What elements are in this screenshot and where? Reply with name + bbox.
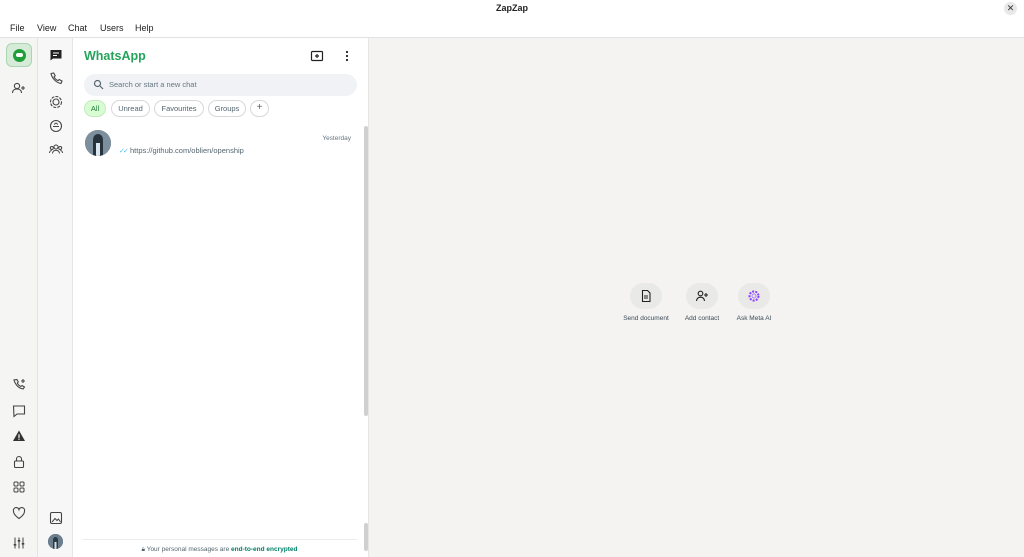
lock-small-icon: 🔒︎ <box>141 546 145 553</box>
menu-help[interactable]: Help <box>135 23 154 33</box>
message-icon[interactable] <box>11 403 27 419</box>
read-receipt-icon: ✓✓ <box>119 148 129 155</box>
title-bar: ZapZap ✕ <box>0 0 1024 17</box>
send-document-button[interactable]: Send document <box>616 283 676 322</box>
encryption-text: Your personal messages are <box>146 546 232 553</box>
new-chat-icon[interactable] <box>310 49 324 63</box>
add-contact-label: Add contact <box>684 315 720 322</box>
encryption-link[interactable]: end-to-end encrypted <box>231 546 297 553</box>
document-icon <box>641 289 651 303</box>
media-icon[interactable] <box>48 510 64 526</box>
search-placeholder: Search or start a new chat <box>109 80 197 89</box>
whatsapp-nav <box>38 38 73 557</box>
ask-meta-ai-label: Ask Meta AI <box>736 315 772 322</box>
menu-bar: File View Chat Users Help <box>0 17 1024 38</box>
more-options-icon[interactable] <box>340 49 354 63</box>
channels-icon[interactable] <box>48 118 64 134</box>
chat-time: Yesterday <box>322 135 351 142</box>
menu-chat[interactable]: Chat <box>68 23 87 33</box>
window-title: ZapZap <box>495 3 528 13</box>
chat-list-panel: WhatsApp Search or start a new chat All … <box>73 38 369 557</box>
lock-icon[interactable] <box>11 454 27 470</box>
filter-unread-chip[interactable]: Unread <box>111 100 150 117</box>
close-window-button[interactable]: ✕ <box>1004 2 1017 15</box>
add-user-icon[interactable] <box>11 80 27 96</box>
add-contact-icon <box>695 290 708 302</box>
main-panel: Send document Add contact Ask Meta AI <box>369 38 1024 557</box>
settings-sliders-icon[interactable] <box>11 535 27 551</box>
encryption-notice: 🔒︎ Your personal messages are end-to-end… <box>82 539 357 554</box>
add-contact-button[interactable]: Add contact <box>672 283 732 322</box>
chat-avatar <box>85 130 111 156</box>
accounts-rail <box>0 38 38 557</box>
status-icon[interactable] <box>48 94 64 110</box>
chat-list-scrollbar[interactable] <box>364 126 368 416</box>
menu-file[interactable]: File <box>10 23 25 33</box>
add-filter-button[interactable]: + <box>250 100 269 117</box>
search-input[interactable]: Search or start a new chat <box>84 74 357 96</box>
zapzap-app-icon <box>13 49 26 62</box>
chat-list-item[interactable]: Yesterday ✓✓ https://github.com/oblien/o… <box>73 126 363 164</box>
ask-meta-ai-button[interactable]: Ask Meta AI <box>724 283 784 322</box>
communities-icon[interactable] <box>48 141 64 157</box>
heart-icon[interactable] <box>11 505 27 521</box>
chats-icon[interactable] <box>48 47 64 63</box>
apps-grid-icon[interactable] <box>11 479 27 495</box>
search-icon <box>93 79 104 90</box>
chat-preview: https://github.com/oblien/openship <box>130 146 244 155</box>
warning-icon[interactable] <box>11 428 27 444</box>
menu-users[interactable]: Users <box>100 23 124 33</box>
filter-favourites-chip[interactable]: Favourites <box>154 100 204 117</box>
whatsapp-brand-title: WhatsApp <box>84 49 146 63</box>
filter-groups-chip[interactable]: Groups <box>208 100 246 117</box>
add-call-icon[interactable] <box>11 377 27 393</box>
send-document-label: Send document <box>623 315 669 322</box>
meta-ai-icon <box>748 290 760 302</box>
zapzap-account-button[interactable] <box>6 43 32 67</box>
filter-all-chip[interactable]: All <box>84 100 106 117</box>
profile-avatar[interactable] <box>48 534 63 549</box>
calls-icon[interactable] <box>48 71 64 87</box>
chat-list-scrollbar-lower[interactable] <box>364 523 368 551</box>
menu-view[interactable]: View <box>37 23 56 33</box>
